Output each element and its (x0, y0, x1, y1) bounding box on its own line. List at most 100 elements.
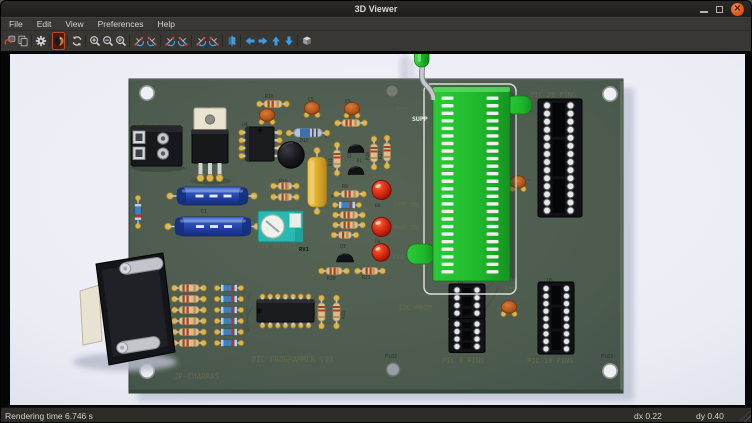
silkscreen-label: PIC 18 PINS (527, 357, 573, 365)
silkscreen-label: PIC 28 PINS (530, 91, 576, 99)
move-up-button[interactable] (269, 32, 282, 50)
silkscreen-label: 13V ADJUST (257, 242, 296, 250)
zoom-out-button[interactable] (101, 32, 114, 50)
silkscreen-label: R13 (341, 311, 347, 319)
silkscreen-label: 1=>> (505, 286, 519, 292)
rotate-x-counterclockwise-button[interactable] (145, 32, 158, 50)
flip-board-button[interactable] (225, 32, 238, 50)
copy-image-icon (17, 35, 29, 47)
reload-board-button[interactable] (3, 32, 16, 50)
rotate-x-clockwise-icon (133, 35, 145, 47)
silkscreen-label: R21 (362, 275, 371, 281)
rotate-y-counterclockwise-button[interactable] (176, 32, 189, 50)
silkscreen-label: D1 (357, 158, 362, 163)
zoom-fit-icon (115, 35, 127, 47)
3d-canvas[interactable]: +8 /12V1=>>1=>>PIC 28 PINSVPP ONPWR ONVC… (10, 54, 745, 405)
silkscreen-label: P103 (601, 354, 613, 360)
silkscreen-label: SUPP (412, 115, 428, 123)
3d-viewer-window: 3D Viewer × FileEditViewPreferencesHelp (0, 0, 752, 423)
move-right-icon (257, 35, 269, 47)
minimize-button[interactable] (700, 11, 708, 13)
zoom-in-button[interactable] (88, 32, 101, 50)
resize-grip[interactable] (739, 410, 751, 422)
toolbar-separator (297, 35, 298, 47)
dy-status: dy 0.40 (696, 411, 724, 421)
silkscreen-label: R18 (365, 152, 371, 160)
move-up-icon (270, 35, 282, 47)
viewport-frame: +8 /12V1=>>1=>>PIC 28 PINSVPP ONPWR ONVC… (1, 51, 751, 407)
dx-status: dx 0.22 (634, 411, 662, 421)
toolbar-separator (240, 35, 241, 47)
silkscreen-label: R11 (328, 158, 334, 166)
copy-image-button[interactable] (16, 32, 29, 50)
reload-board-icon (4, 35, 16, 47)
silkscreen-label: D8 (375, 203, 381, 209)
silkscreen-label: R20 (327, 276, 336, 282)
zoom-fit-button[interactable] (114, 32, 127, 50)
toolbar-separator (49, 35, 50, 47)
silkscreen-label: R10 (265, 94, 274, 100)
rotate-y-clockwise-icon (164, 35, 176, 47)
silkscreen-label: JP-CHARRAS (174, 372, 220, 381)
silkscreen-label: Q2 (347, 152, 353, 158)
silkscreen-label: P102 (385, 354, 397, 360)
orthographic-projection-icon (301, 35, 313, 47)
pcb-3d-render[interactable]: +8 /12V1=>>1=>>PIC 28 PINSVPP ONPWR ONVC… (10, 54, 745, 405)
rotate-z-clockwise-icon (195, 35, 207, 47)
menu-item-edit[interactable]: Edit (30, 18, 59, 31)
silkscreen-label: I2C PROM (398, 304, 432, 312)
silkscreen-label: VPP ON (393, 201, 418, 209)
silkscreen-label: PIC PROGRAMMER V03 (252, 355, 333, 364)
move-down-button[interactable] (282, 32, 295, 50)
silkscreen-label: D10 (300, 138, 309, 144)
silkscreen-label: R17 (378, 151, 384, 159)
silkscreen-label: 1=>> (396, 106, 410, 112)
move-left-button[interactable] (243, 32, 256, 50)
close-button[interactable]: × (731, 3, 744, 16)
silkscreen-label: PIC 8 PINS (442, 357, 484, 365)
raytracing-button[interactable] (52, 32, 65, 50)
menu-item-file[interactable]: File (2, 18, 30, 31)
toolbar-separator (31, 35, 32, 47)
rotate-z-counterclockwise-button[interactable] (207, 32, 220, 50)
window-controls: × (700, 1, 744, 17)
rotate-x-clockwise-button[interactable] (132, 32, 145, 50)
toolbar (1, 30, 751, 51)
raytracing-icon (53, 35, 65, 47)
orthographic-projection-button[interactable] (300, 32, 313, 50)
flip-board-icon (226, 35, 238, 47)
rotate-z-clockwise-button[interactable] (194, 32, 207, 50)
zoom-out-icon (102, 35, 114, 47)
silkscreen-label: R9 (342, 184, 348, 190)
toolbar-separator (67, 35, 68, 47)
zoom-in-icon (89, 35, 101, 47)
menubar: FileEditViewPreferencesHelp (1, 17, 751, 30)
redraw-icon (71, 35, 83, 47)
window-title: 3D Viewer (355, 4, 398, 14)
render-options-icon (35, 35, 47, 47)
toolbar-separator (191, 35, 192, 47)
rotate-x-counterclockwise-icon (146, 35, 158, 47)
maximize-button[interactable] (716, 6, 723, 13)
silkscreen-label: Q3 (340, 244, 346, 250)
move-left-icon (244, 35, 256, 47)
silkscreen-label: PWR ON (393, 224, 418, 232)
silkscreen-label: 1=>> (418, 292, 432, 298)
menu-item-preferences[interactable]: Preferences (91, 18, 151, 31)
redraw-button[interactable] (70, 32, 83, 50)
titlebar[interactable]: 3D Viewer × (1, 1, 751, 17)
rotate-z-counterclockwise-icon (208, 35, 220, 47)
toolbar-separator (222, 35, 223, 47)
statusbar: Rendering time 6.746 s dx 0.22 dy 0.40 (1, 407, 751, 422)
rotate-y-clockwise-button[interactable] (163, 32, 176, 50)
menu-item-help[interactable]: Help (150, 18, 181, 31)
move-down-icon (283, 35, 295, 47)
silkscreen-label: RV1 (299, 247, 310, 253)
toolbar-separator (85, 35, 86, 47)
rotate-y-counterclockwise-icon (177, 35, 189, 47)
move-right-button[interactable] (256, 32, 269, 50)
toolbar-separator (160, 35, 161, 47)
close-icon: × (733, 4, 741, 14)
render-options-button[interactable] (34, 32, 47, 50)
menu-item-view[interactable]: View (58, 18, 90, 31)
